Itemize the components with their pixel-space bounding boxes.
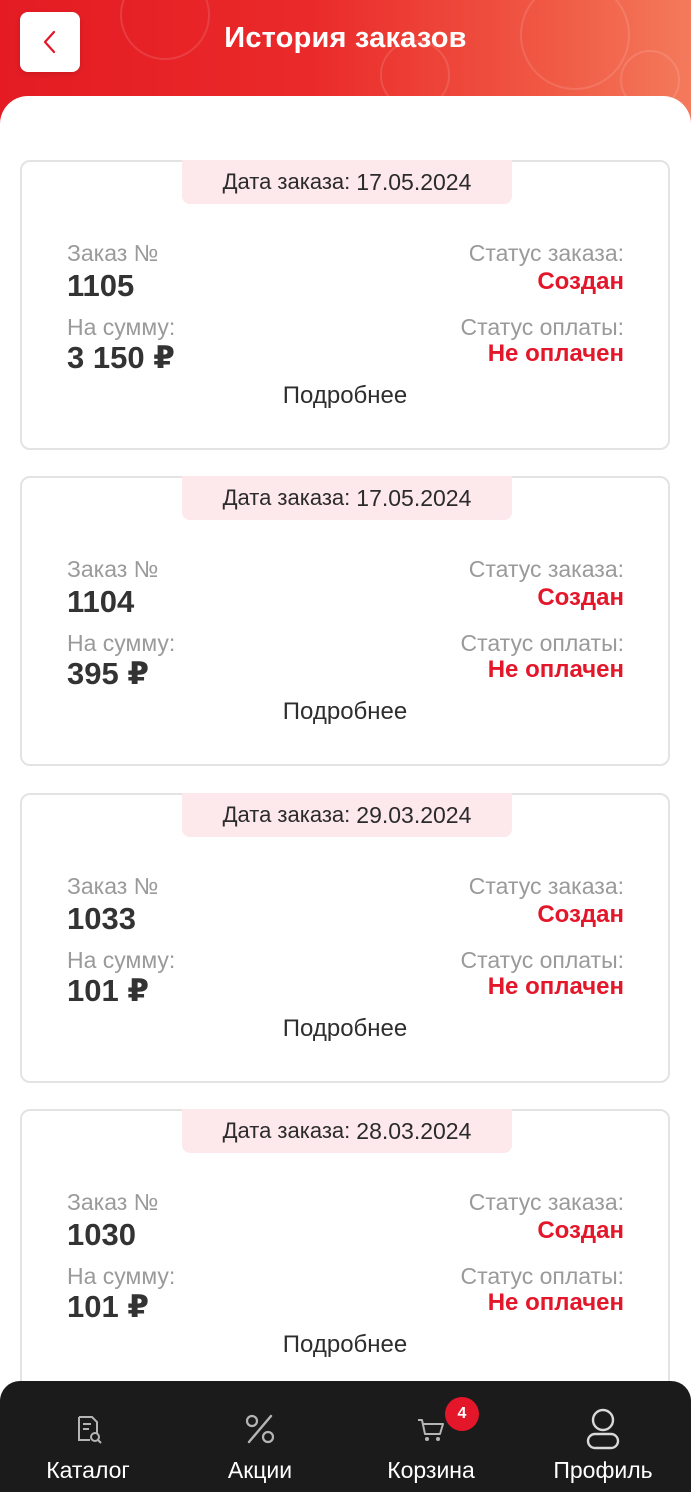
cart-badge: 4 <box>445 1397 479 1431</box>
order-number-label: Заказ № <box>67 240 159 266</box>
cart-icon <box>418 1419 444 1441</box>
order-date-pill: Дата заказа: 29.03.2024 <box>182 793 512 837</box>
order-status-label: Статус заказа: <box>468 873 624 899</box>
payment-status: Не оплачен <box>487 973 624 1000</box>
payment-status-label: Статус оплаты: <box>460 1263 624 1289</box>
percent-icon <box>245 1414 275 1444</box>
order-amount: 101 ₽ <box>67 973 149 1008</box>
order-status-label: Статус заказа: <box>468 556 624 582</box>
tab-cart[interactable]: 4 Корзина <box>345 1381 517 1492</box>
order-amount-label: На сумму: <box>67 314 176 340</box>
payment-status-label: Статус оплаты: <box>460 630 624 656</box>
details-link[interactable]: Подробнее <box>22 1331 668 1359</box>
order-date-label: Дата заказа: <box>222 1118 351 1143</box>
order-number: 1104 <box>67 584 135 619</box>
order-date-pill: Дата заказа: 17.05.2024 <box>182 160 512 204</box>
tab-label: Каталог <box>46 1457 130 1483</box>
order-number: 1030 <box>67 1217 136 1252</box>
order-amount-label: На сумму: <box>67 1263 176 1289</box>
order-status: Создан <box>537 1217 624 1244</box>
tab-profile[interactable]: Профиль <box>517 1381 689 1492</box>
order-status: Создан <box>537 901 624 928</box>
payment-status: Не оплачен <box>487 340 624 367</box>
order-date-label: Дата заказа: <box>222 485 351 510</box>
order-date-pill: Дата заказа: 17.05.2024 <box>182 476 512 520</box>
tab-label: Корзина <box>387 1457 475 1483</box>
tab-promotions[interactable]: Акции <box>174 1381 346 1492</box>
order-date: 28.03.2024 <box>356 1117 472 1144</box>
order-date: 29.03.2024 <box>356 801 472 828</box>
order-number-label: Заказ № <box>67 1189 159 1215</box>
order-amount-label: На сумму: <box>67 630 176 656</box>
order-number: 1033 <box>67 901 136 936</box>
order-card[interactable]: Дата заказа: 29.03.2024 Заказ № 1033 На … <box>20 793 670 1083</box>
order-amount: 3 150 ₽ <box>67 340 175 375</box>
page-title: История заказов <box>224 22 467 54</box>
order-date-pill: Дата заказа: 28.03.2024 <box>182 1109 512 1153</box>
payment-status-label: Статус оплаты: <box>460 314 624 340</box>
tab-label: Профиль <box>553 1457 653 1483</box>
tab-label: Акции <box>227 1457 293 1483</box>
order-status-label: Статус заказа: <box>468 1189 624 1215</box>
order-amount-label: На сумму: <box>67 947 176 973</box>
order-card[interactable]: Дата заказа: 17.05.2024 Заказ № 1105 На … <box>20 160 670 450</box>
order-number: 1105 <box>67 268 135 303</box>
details-link[interactable]: Подробнее <box>22 382 668 410</box>
payment-status: Не оплачен <box>487 1289 624 1316</box>
order-status: Создан <box>537 584 624 611</box>
payment-status-label: Статус оплаты: <box>460 947 624 973</box>
order-date: 17.05.2024 <box>356 484 472 511</box>
order-status-label: Статус заказа: <box>468 240 624 266</box>
order-date-label: Дата заказа: <box>222 802 351 827</box>
order-card[interactable]: Дата заказа: 28.03.2024 Заказ № 1030 На … <box>20 1109 670 1399</box>
profile-icon <box>586 1408 620 1450</box>
payment-status: Не оплачен <box>487 656 624 683</box>
order-amount: 101 ₽ <box>67 1289 149 1324</box>
orders-list: Дата заказа: 17.05.2024 Заказ № 1105 На … <box>0 96 691 1492</box>
order-date: 17.05.2024 <box>356 168 472 195</box>
details-link[interactable]: Подробнее <box>22 1015 668 1043</box>
bottom-tab-bar: Каталог Акции 4 Корзина Профиль <box>0 1381 691 1492</box>
order-status: Создан <box>537 268 624 295</box>
catalog-icon <box>78 1416 102 1444</box>
order-amount: 395 ₽ <box>67 656 149 691</box>
order-date-label: Дата заказа: <box>222 169 351 194</box>
details-link[interactable]: Подробнее <box>22 698 668 726</box>
order-card[interactable]: Дата заказа: 17.05.2024 Заказ № 1104 На … <box>20 476 670 766</box>
order-number-label: Заказ № <box>67 556 159 582</box>
tab-catalog[interactable]: Каталог <box>2 1381 174 1492</box>
order-number-label: Заказ № <box>67 873 159 899</box>
